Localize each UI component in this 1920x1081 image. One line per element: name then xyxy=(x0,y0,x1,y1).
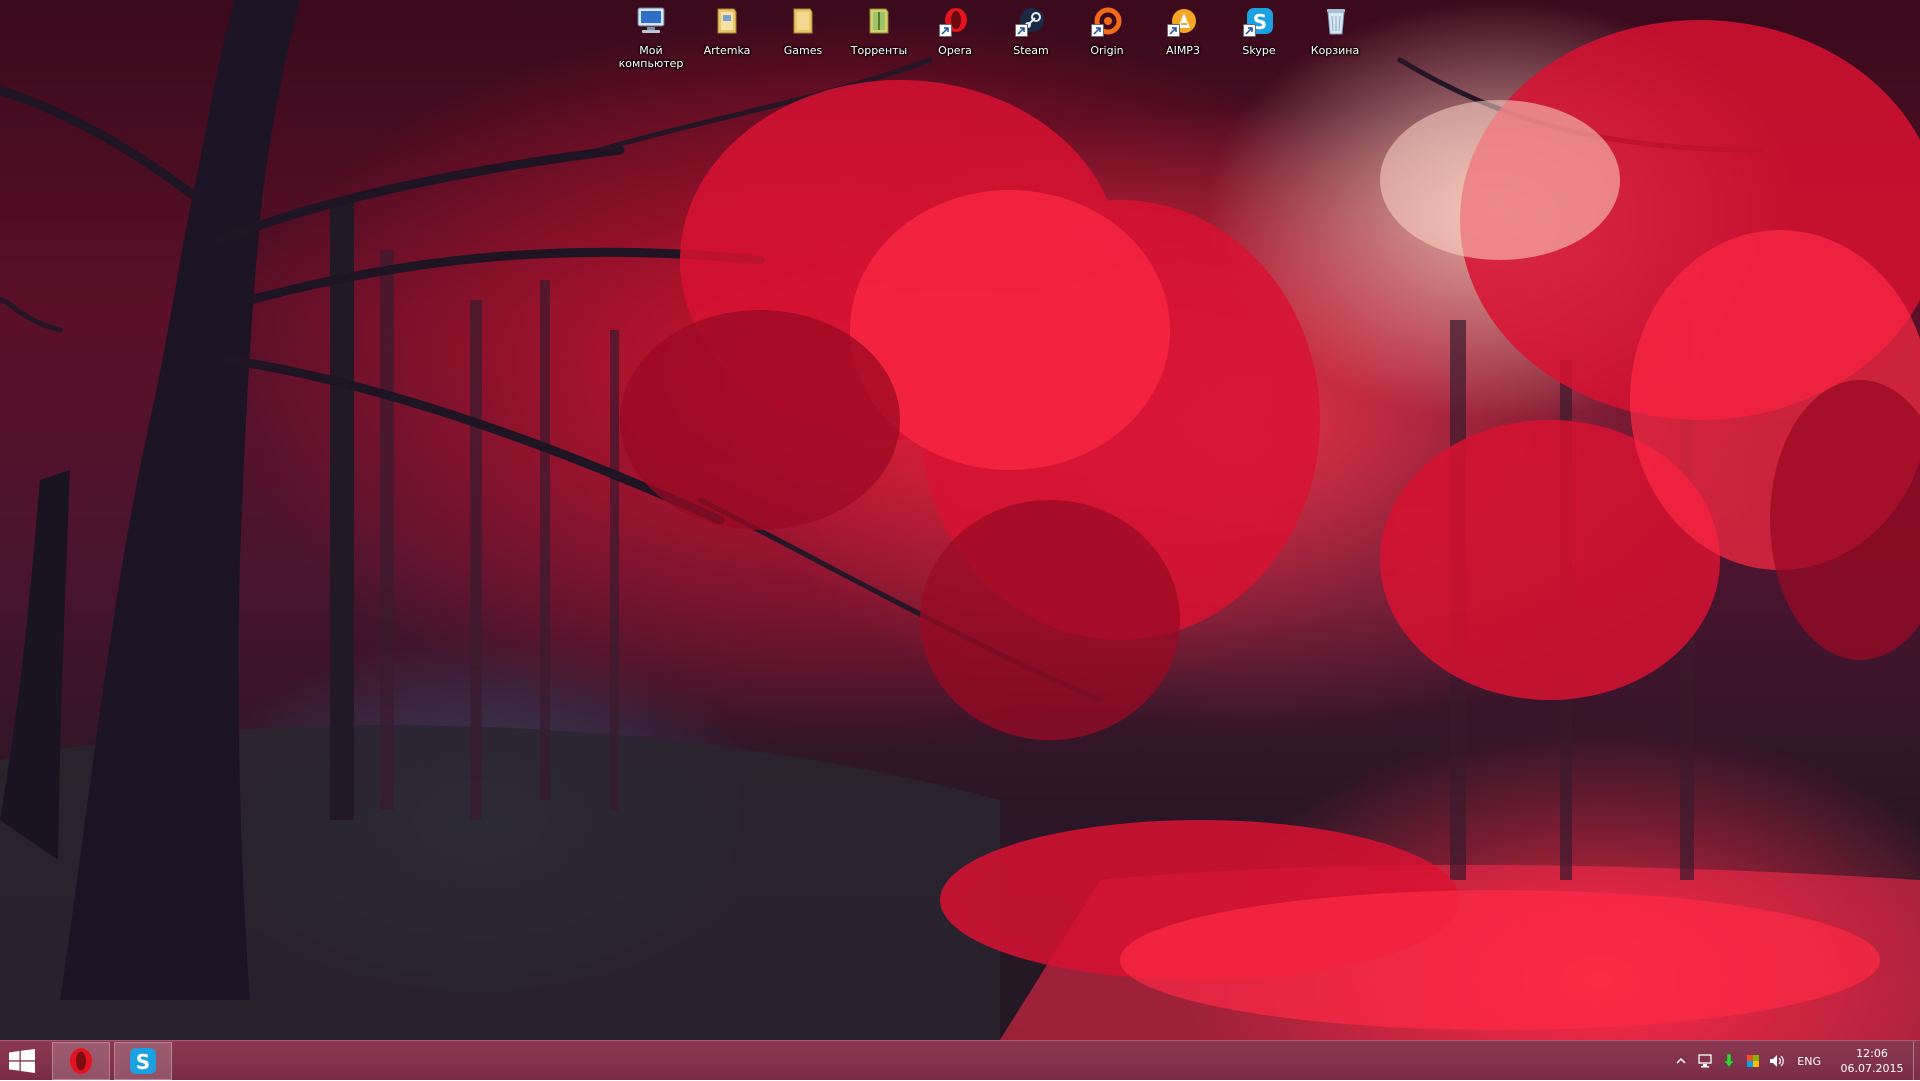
desktop-icon-label: Artemka xyxy=(703,44,751,57)
desktop-icon-games[interactable]: Games xyxy=(765,4,841,70)
desktop-icon-label: Games xyxy=(783,44,823,57)
desktop[interactable]: Мой компьютер Artemka Games Торренты Ope… xyxy=(0,0,1920,1040)
shortcut-arrow-icon xyxy=(1243,24,1256,37)
shortcut-arrow-icon xyxy=(1167,24,1180,37)
flag-icon xyxy=(1747,1055,1760,1067)
language-indicator[interactable]: ENG xyxy=(1797,1055,1821,1068)
tray-download[interactable] xyxy=(1717,1041,1741,1081)
recycle-bin-icon xyxy=(1327,9,1345,35)
clock-date: 06.07.2015 xyxy=(1840,1062,1904,1075)
taskbar-app-skype[interactable]: S xyxy=(114,1042,172,1080)
desktop-icon-row: Мой компьютер Artemka Games Торренты Ope… xyxy=(613,4,1373,70)
desktop-icon-label: Мой компьютер xyxy=(618,44,684,70)
shortcut-arrow-icon xyxy=(1015,24,1028,37)
desktop-icon-torrents[interactable]: Торренты xyxy=(841,4,917,70)
folder-icon xyxy=(717,8,737,34)
clock-time: 12:06 xyxy=(1856,1047,1888,1060)
desktop-icon-my-computer[interactable]: Мой компьютер xyxy=(613,4,689,70)
start-button[interactable] xyxy=(8,1048,36,1074)
taskbar: S ENG 12:06 06.07.2015 xyxy=(0,1040,1920,1081)
desktop-icon-label: Origin xyxy=(1090,44,1124,57)
tray-network[interactable] xyxy=(1693,1041,1717,1081)
desktop-icon-skype[interactable]: S Skype xyxy=(1221,4,1297,70)
desktop-icon-origin[interactable]: Origin xyxy=(1069,4,1145,70)
system-tray: ENG 12:06 06.07.2015 xyxy=(1669,1041,1920,1081)
desktop-icon-label: Skype xyxy=(1242,44,1276,57)
desktop-icon-label: Торренты xyxy=(850,44,908,57)
chevron-up-icon xyxy=(1676,1057,1686,1064)
desktop-icon-label: Opera xyxy=(938,44,972,57)
windows-logo-icon xyxy=(9,1049,35,1073)
tray-volume[interactable] xyxy=(1765,1041,1789,1081)
desktop-icon-steam[interactable]: Steam xyxy=(993,4,1069,70)
desktop-icon-label: AIMP3 xyxy=(1166,44,1200,57)
shortcut-arrow-icon xyxy=(1091,24,1104,37)
show-desktop-button[interactable] xyxy=(1913,1041,1920,1081)
svg-text:S: S xyxy=(136,1050,150,1074)
show-hidden-icons-button[interactable] xyxy=(1669,1041,1693,1081)
network-icon xyxy=(1698,1054,1712,1068)
desktop-icon-label: Steam xyxy=(1013,44,1049,57)
folder-icon xyxy=(793,8,813,34)
desktop-icon-aimp3[interactable]: AIMP3 xyxy=(1145,4,1221,70)
clock[interactable]: 12:06 06.07.2015 xyxy=(1835,1046,1909,1076)
desktop-icon-artemka[interactable]: Artemka xyxy=(689,4,765,70)
archive-folder-icon xyxy=(869,8,889,34)
skype-icon: S xyxy=(130,1048,156,1074)
computer-icon xyxy=(637,7,665,33)
desktop-icon-label: Корзина xyxy=(1310,44,1360,57)
taskbar-app-opera[interactable] xyxy=(52,1042,110,1080)
opera-icon xyxy=(70,1048,92,1074)
tray-action-center[interactable] xyxy=(1741,1041,1765,1081)
volume-icon xyxy=(1770,1055,1785,1067)
download-arrow-icon xyxy=(1723,1053,1735,1068)
wallpaper-image xyxy=(0,0,1920,1040)
desktop-icon-opera[interactable]: Opera xyxy=(917,4,993,70)
shortcut-arrow-icon xyxy=(939,24,952,37)
desktop-icon-recycle-bin[interactable]: Корзина xyxy=(1297,4,1373,70)
